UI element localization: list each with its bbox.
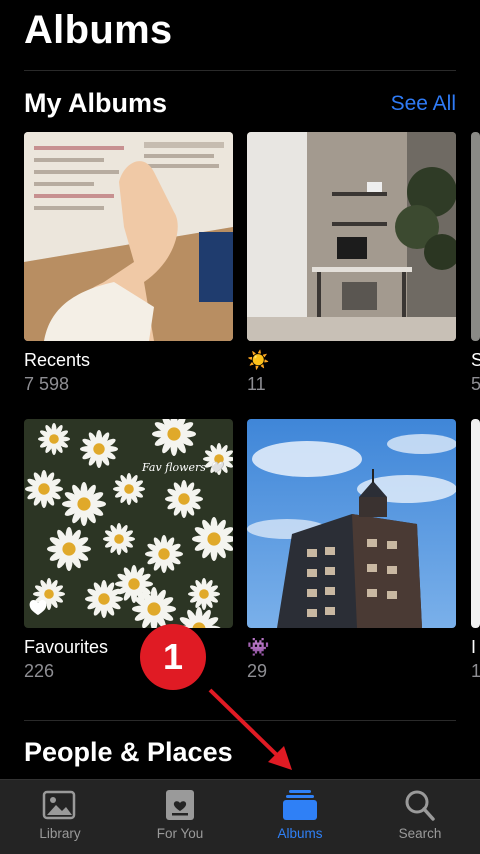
album-thumbnail: Fav flowers 🤍 bbox=[24, 419, 233, 628]
album-recents[interactable]: Recents 7 598 bbox=[24, 132, 233, 395]
album-name: ☀️ bbox=[247, 350, 270, 370]
album-partial-1[interactable]: S 5 bbox=[471, 132, 480, 395]
tab-search[interactable]: Search bbox=[360, 780, 480, 854]
album-thumbnail bbox=[471, 132, 480, 341]
album-count: 1 bbox=[471, 661, 480, 681]
album-partial-2[interactable]: I 1 bbox=[471, 419, 480, 682]
for-you-icon bbox=[166, 790, 194, 820]
tab-label: For You bbox=[156, 826, 204, 841]
tab-bar: Library For You Albums Search bbox=[0, 779, 480, 854]
album-name: I bbox=[471, 637, 477, 657]
album-count: 11 bbox=[247, 374, 266, 394]
album-thumbnail bbox=[247, 419, 456, 628]
album-count: 29 bbox=[247, 661, 268, 681]
album-name: S bbox=[471, 350, 480, 370]
my-albums-title: My Albums bbox=[24, 88, 168, 118]
tab-label: Albums bbox=[277, 826, 323, 841]
step-number-badge: 1 bbox=[140, 624, 206, 690]
people-places-title: People & Places bbox=[24, 737, 233, 767]
album-thumbnail bbox=[471, 419, 480, 628]
album-name: 👾 bbox=[247, 637, 270, 657]
tab-label: Search bbox=[398, 826, 442, 841]
album-thumbnail bbox=[24, 132, 233, 341]
album-sun[interactable]: ☀️ 11 bbox=[247, 132, 456, 395]
tab-for-you[interactable]: For You bbox=[120, 780, 240, 854]
photo-library-icon bbox=[42, 790, 76, 820]
album-count: 5 bbox=[471, 374, 480, 394]
tab-library[interactable]: Library bbox=[0, 780, 120, 854]
magnifier-icon bbox=[405, 790, 435, 821]
album-name: Recents bbox=[24, 350, 91, 370]
tab-albums[interactable]: Albums bbox=[240, 780, 360, 854]
photo-caption: Fav flowers 🤍 bbox=[141, 461, 226, 474]
albums-stack-icon bbox=[283, 790, 317, 820]
section-divider bbox=[24, 720, 456, 721]
see-all-link[interactable]: See All bbox=[391, 92, 456, 116]
page-title: Albums bbox=[24, 8, 173, 52]
album-thumbnail bbox=[247, 132, 456, 341]
album-alien[interactable]: 👾 29 bbox=[247, 419, 456, 682]
album-count: 7 598 bbox=[24, 374, 70, 394]
header-divider bbox=[24, 70, 456, 71]
tab-label: Library bbox=[39, 826, 81, 841]
